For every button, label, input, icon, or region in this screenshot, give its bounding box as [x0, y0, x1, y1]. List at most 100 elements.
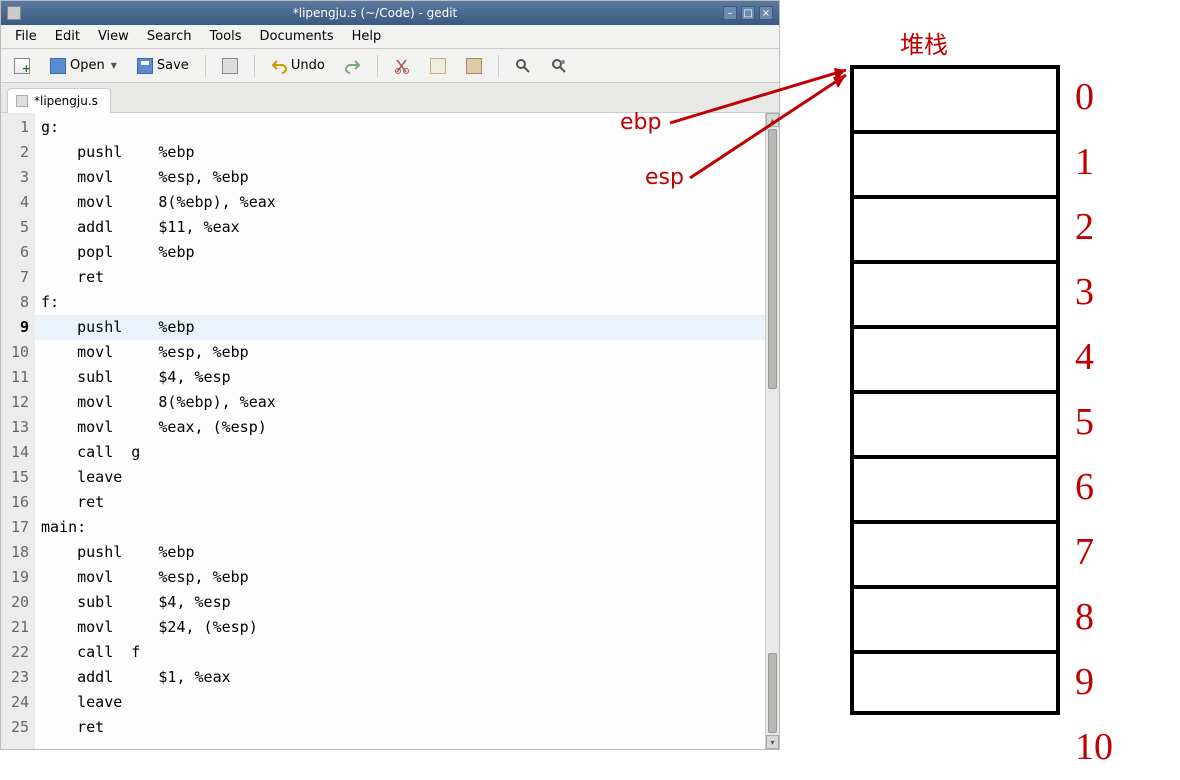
stack-cell — [854, 130, 1056, 195]
line-number: 6 — [1, 240, 35, 265]
menu-search[interactable]: Search — [139, 26, 200, 47]
code-line[interactable]: pushl %ebp — [35, 140, 765, 165]
code-line[interactable]: ret — [35, 265, 765, 290]
stack-cell — [854, 520, 1056, 585]
window-buttons: – □ × — [723, 6, 773, 20]
scroll-up-button[interactable]: ▴ — [766, 113, 779, 127]
code-line[interactable]: movl %eax, (%esp) — [35, 415, 765, 440]
line-number: 9 — [1, 315, 35, 340]
code-line[interactable]: movl %esp, %ebp — [35, 165, 765, 190]
redo-icon — [345, 58, 361, 74]
stack-index-column: 012345678910 — [1075, 65, 1113, 780]
scroll-down-button[interactable]: ▾ — [766, 735, 779, 749]
undo-icon — [271, 58, 287, 74]
stack-index: 4 — [1075, 325, 1113, 390]
code-line[interactable]: movl $24, (%esp) — [35, 615, 765, 640]
menu-help[interactable]: Help — [344, 26, 390, 47]
stack-cell — [854, 325, 1056, 390]
stack-index: 1 — [1075, 130, 1113, 195]
code-line[interactable]: ret — [35, 715, 765, 740]
line-number: 24 — [1, 690, 35, 715]
code-line[interactable]: movl %esp, %ebp — [35, 340, 765, 365]
menu-file[interactable]: File — [7, 26, 45, 47]
code-line[interactable]: call g — [35, 440, 765, 465]
code-line[interactable]: addl $1, %eax — [35, 665, 765, 690]
code-line[interactable]: g: — [35, 115, 765, 140]
line-number: 3 — [1, 165, 35, 190]
menu-view[interactable]: View — [90, 26, 137, 47]
code-line[interactable]: f: — [35, 290, 765, 315]
tab-file[interactable]: *lipengju.s — [7, 88, 111, 113]
stack-cell — [854, 455, 1056, 520]
stack-index: 7 — [1075, 520, 1113, 585]
vertical-scrollbar[interactable]: ▴ ▾ — [765, 113, 779, 749]
maximize-button[interactable]: □ — [741, 6, 755, 20]
line-number: 11 — [1, 365, 35, 390]
code-line[interactable]: subl $4, %esp — [35, 590, 765, 615]
minimize-button[interactable]: – — [723, 6, 737, 20]
code-line[interactable]: movl 8(%ebp), %eax — [35, 190, 765, 215]
line-number: 21 — [1, 615, 35, 640]
stack-index: 5 — [1075, 390, 1113, 455]
stack-index: 9 — [1075, 650, 1113, 715]
line-number: 16 — [1, 490, 35, 515]
find-replace-icon — [551, 58, 567, 74]
print-button[interactable] — [215, 54, 245, 78]
stack-cell — [854, 390, 1056, 455]
code-text-area[interactable]: g: pushl %ebp movl %esp, %ebp movl 8(%eb… — [35, 113, 765, 749]
code-line[interactable]: pushl %ebp — [35, 315, 765, 340]
tab-label: *lipengju.s — [34, 94, 98, 108]
code-line[interactable]: subl $4, %esp — [35, 365, 765, 390]
save-button[interactable]: Save — [130, 54, 196, 78]
find-button[interactable] — [508, 54, 538, 78]
line-number: 25 — [1, 715, 35, 740]
toolbar-separator — [498, 55, 499, 77]
code-line[interactable]: pushl %ebp — [35, 540, 765, 565]
redo-button[interactable] — [338, 54, 368, 78]
new-button[interactable] — [7, 54, 37, 78]
code-line[interactable]: call f — [35, 640, 765, 665]
save-label: Save — [157, 58, 189, 73]
line-number: 2 — [1, 140, 35, 165]
menubar: File Edit View Search Tools Documents He… — [1, 25, 779, 49]
gedit-window: *lipengju.s (~/Code) - gedit – □ × File … — [0, 0, 780, 750]
code-line[interactable]: popl %ebp — [35, 240, 765, 265]
code-line[interactable]: leave — [35, 690, 765, 715]
replace-button[interactable] — [544, 54, 574, 78]
editor-area: 1234567891011121314151617181920212223242… — [1, 113, 779, 749]
chevron-down-icon: ▼ — [111, 61, 117, 70]
code-line[interactable]: movl %esp, %ebp — [35, 565, 765, 590]
menu-documents[interactable]: Documents — [252, 26, 342, 47]
stack-cell — [854, 260, 1056, 325]
cut-button[interactable] — [387, 54, 417, 78]
line-number: 8 — [1, 290, 35, 315]
stack-index: 6 — [1075, 455, 1113, 520]
code-line[interactable]: main: — [35, 515, 765, 540]
menu-edit[interactable]: Edit — [47, 26, 88, 47]
stack-cell — [854, 585, 1056, 650]
paste-button[interactable] — [459, 54, 489, 78]
code-line[interactable]: ret — [35, 490, 765, 515]
stack-cell — [854, 65, 1056, 130]
undo-button[interactable]: Undo — [264, 54, 332, 78]
print-icon — [222, 58, 238, 74]
line-number: 14 — [1, 440, 35, 465]
toolbar: Open ▼ Save Undo — [1, 49, 779, 83]
line-number: 4 — [1, 190, 35, 215]
stack-cell — [854, 650, 1056, 715]
menu-tools[interactable]: Tools — [201, 26, 249, 47]
line-number: 15 — [1, 465, 35, 490]
scroll-thumb[interactable] — [768, 129, 777, 389]
code-line[interactable]: movl 8(%ebp), %eax — [35, 390, 765, 415]
open-button[interactable]: Open ▼ — [43, 54, 124, 78]
line-number: 18 — [1, 540, 35, 565]
scroll-thumb-lower[interactable] — [768, 653, 777, 733]
code-line[interactable]: addl $11, %eax — [35, 215, 765, 240]
code-line[interactable]: leave — [35, 465, 765, 490]
line-number: 1 — [1, 115, 35, 140]
close-button[interactable]: × — [759, 6, 773, 20]
copy-button[interactable] — [423, 54, 453, 78]
stack-title: 堆栈 — [900, 25, 948, 60]
line-number-gutter: 1234567891011121314151617181920212223242… — [1, 113, 35, 749]
line-number: 22 — [1, 640, 35, 665]
